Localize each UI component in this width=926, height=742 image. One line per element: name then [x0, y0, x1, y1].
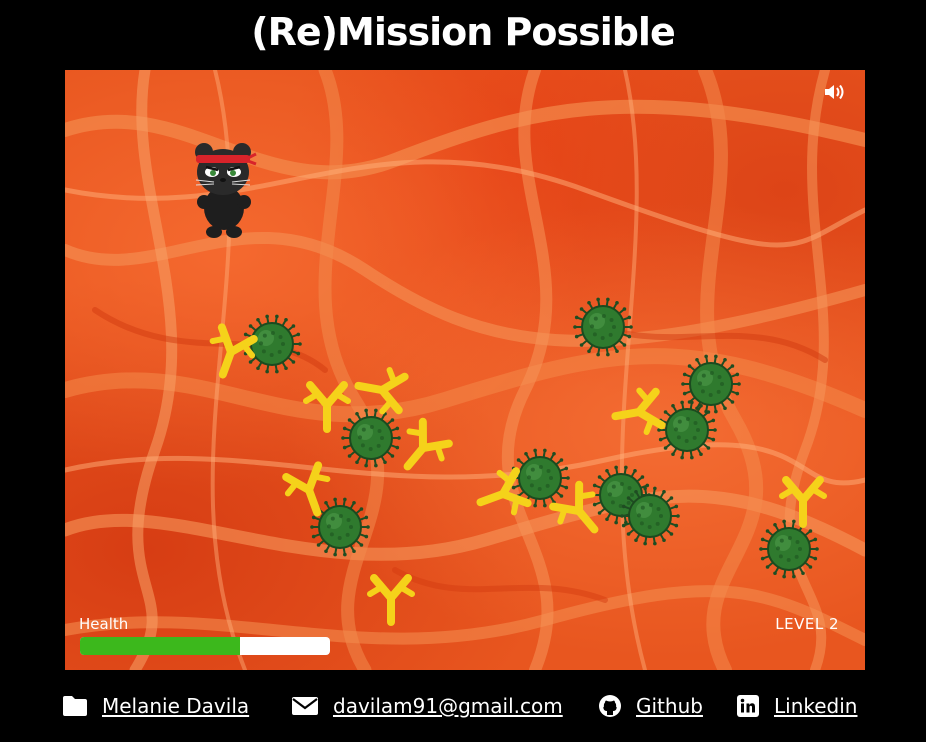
health-label: Health	[79, 615, 129, 633]
footer-name: Melanie Davila	[62, 684, 249, 728]
email-link[interactable]: davilam91@gmail.com	[333, 694, 563, 718]
virus-icon	[620, 486, 680, 546]
speaker-on-icon[interactable]	[823, 82, 847, 102]
footer-linkedin: Linkedin	[736, 684, 857, 728]
github-link[interactable]: Github	[636, 694, 703, 718]
github-icon	[599, 695, 621, 717]
health-bar-fill	[80, 637, 240, 655]
linkedin-icon	[737, 695, 759, 717]
envelope-icon	[292, 697, 318, 715]
page-title: (Re)Mission Possible	[251, 10, 675, 54]
name-link[interactable]: Melanie Davila	[102, 694, 249, 718]
footer: Melanie Davila davilam91@gmail.com Githu…	[0, 684, 926, 728]
antibody-icon	[779, 476, 827, 528]
antibody-icon	[611, 387, 666, 435]
antibody-icon	[367, 574, 415, 626]
level-indicator: LEVEL 2	[775, 615, 839, 633]
virus-icon	[573, 297, 633, 357]
game-canvas[interactable]: Health LEVEL 2	[65, 70, 865, 670]
footer-email: davilam91@gmail.com	[291, 684, 563, 728]
linkedin-link[interactable]: Linkedin	[774, 694, 857, 718]
footer-github: Github	[598, 684, 703, 728]
tissue-background	[65, 70, 865, 670]
antibody-icon	[354, 367, 409, 415]
folder-icon	[63, 696, 87, 716]
health-bar	[80, 637, 330, 655]
ninja-cat-icon	[195, 143, 257, 238]
antibody-icon	[303, 381, 351, 433]
